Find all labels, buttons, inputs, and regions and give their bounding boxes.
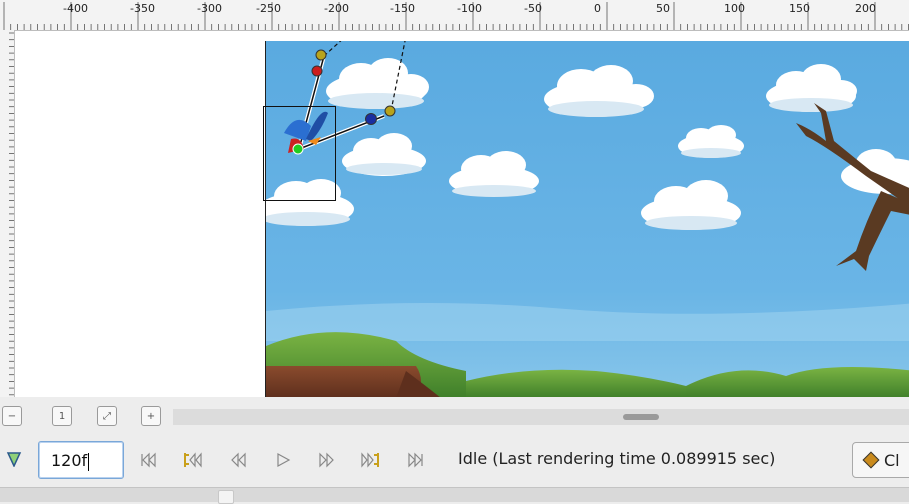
prev-keyframe-icon [184, 452, 202, 468]
zoom-in-button[interactable]: + [141, 406, 161, 426]
panel-splitter[interactable] [0, 487, 909, 504]
scene-illustration [266, 41, 909, 397]
ruler-label: -400 [63, 2, 88, 15]
vertical-ruler-ticks [9, 32, 14, 396]
next-keyframe-icon [361, 452, 379, 468]
keyframe-diamond-icon [862, 451, 880, 469]
next-frame-icon [319, 452, 334, 468]
zoom-out-button[interactable]: − [2, 406, 22, 426]
scrollbar-thumb[interactable] [623, 414, 659, 420]
zoom-100-button[interactable]: 1 [52, 406, 72, 426]
next-frame-button[interactable] [315, 448, 339, 472]
ruler-label: -50 [524, 2, 542, 15]
zoom-in-icon: + [146, 410, 156, 422]
zoom-fit-icon: ⤢ [103, 410, 111, 422]
prev-frame-icon [231, 452, 246, 468]
ruler-label: -150 [390, 2, 415, 15]
ruler-label: 150 [789, 2, 810, 15]
ruler-label: 200 [855, 2, 876, 15]
scene-canvas[interactable] [265, 41, 909, 397]
ruler-label: 0 [594, 2, 601, 15]
keyframe-button-label: Cl [884, 450, 900, 470]
ruler-label: -300 [197, 2, 222, 15]
text-caret [88, 452, 90, 471]
current-frame-value: 120f [51, 451, 88, 470]
ruler-label: 100 [724, 2, 745, 15]
canvas-workarea[interactable] [15, 31, 909, 397]
prev-keyframe-button[interactable] [180, 448, 204, 472]
ruler-label: -250 [256, 2, 281, 15]
horizontal-ruler: -400 -350 -300 -250 -200 -150 -100 -50 0… [0, 0, 909, 31]
seek-begin-icon [141, 452, 156, 468]
splitter-handle[interactable] [218, 490, 234, 504]
animation-mode-icon[interactable] [6, 451, 22, 467]
seek-begin-button[interactable] [136, 448, 160, 472]
ruler-label: -200 [324, 2, 349, 15]
horizontal-scrollbar[interactable] [173, 409, 909, 425]
dirt-left [266, 366, 421, 397]
transport-bar: 120f Idle (Last rendering time 0.089915 … [0, 434, 909, 486]
vertical-ruler [0, 30, 15, 397]
current-frame-field[interactable]: 120f [38, 441, 124, 479]
seek-end-button[interactable] [404, 448, 428, 472]
ruler-label: -350 [130, 2, 155, 15]
ruler-label: 50 [656, 2, 670, 15]
zoom-toolbar: − 1 ⤢ + [0, 400, 909, 432]
ruler-label: -100 [457, 2, 482, 15]
selection-box[interactable] [263, 106, 336, 201]
seek-end-icon [408, 452, 423, 468]
prev-frame-button[interactable] [226, 448, 250, 472]
play-icon [277, 452, 291, 468]
zoom-out-icon: − [7, 410, 17, 422]
zoom-100-icon: 1 [58, 410, 66, 422]
play-button[interactable] [271, 448, 295, 472]
next-keyframe-button[interactable] [359, 448, 383, 472]
render-status-text: Idle (Last rendering time 0.089915 sec) [458, 449, 776, 468]
zoom-fit-button[interactable]: ⤢ [97, 406, 117, 426]
keyframe-lock-button[interactable]: Cl [852, 442, 909, 478]
